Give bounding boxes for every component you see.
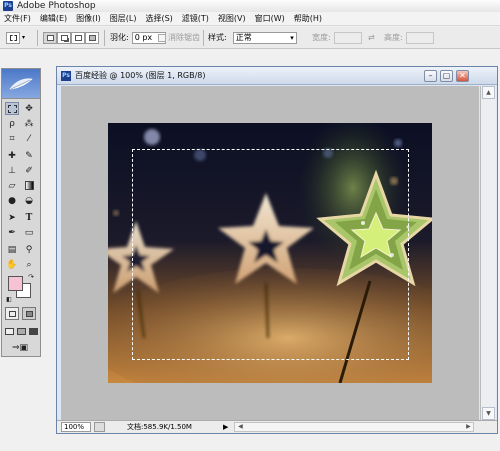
feather-icon xyxy=(9,78,33,89)
height-input[interactable] xyxy=(405,31,434,44)
menu-file[interactable]: 文件(F) xyxy=(4,13,31,24)
eyedropper-tool-icon[interactable]: ⚲ xyxy=(22,243,36,256)
close-button[interactable]: ✕ xyxy=(456,70,469,82)
lasso-tool-icon[interactable]: ρ xyxy=(5,117,19,130)
menu-edit[interactable]: 编辑(E) xyxy=(40,13,67,24)
menu-help[interactable]: 帮助(H) xyxy=(294,13,322,24)
photo-image xyxy=(108,123,432,383)
antialias-label: 消除锯齿 xyxy=(168,33,200,42)
marquee-tool-icon[interactable] xyxy=(5,102,19,115)
status-bar: 100% 文档:585.9K/1.50M ▶ ◀ ▶ xyxy=(57,420,497,433)
feather-label: 羽化: xyxy=(110,33,129,42)
slice-tool-icon[interactable]: ⁄ xyxy=(22,132,36,145)
type-tool-icon[interactable]: T xyxy=(22,211,36,224)
menu-image[interactable]: 图像(I) xyxy=(76,13,101,24)
subtract-selection-icon[interactable] xyxy=(71,31,85,44)
path-selection-tool-icon[interactable]: ➤ xyxy=(5,211,19,224)
chevron-down-icon: ▾ xyxy=(290,33,294,42)
swap-icon[interactable]: ⇄ xyxy=(368,33,375,42)
width-input[interactable] xyxy=(333,31,362,44)
blur-tool-icon[interactable]: ● xyxy=(5,194,19,207)
status-preview-icon[interactable] xyxy=(94,422,105,432)
foreground-color-swatch[interactable] xyxy=(8,276,23,291)
horizontal-scrollbar[interactable]: ◀ ▶ xyxy=(234,422,475,432)
screen-mode-full-icon[interactable] xyxy=(28,325,39,338)
menu-bar: 文件(F) 编辑(E) 图像(I) 图层(L) 选择(S) 滤镜(T) 视图(V… xyxy=(0,12,500,26)
style-select[interactable]: 正常 ▾ xyxy=(232,31,297,44)
history-brush-tool-icon[interactable]: ✐ xyxy=(22,164,36,177)
height-label: 高度: xyxy=(384,33,403,42)
document-window: Ps 百度经验 @ 100% (图层 1, RGB/8) – ▢ ✕ ▲ ▼ 1… xyxy=(56,66,498,434)
crop-tool-icon[interactable]: ⌗ xyxy=(5,132,19,145)
healing-brush-tool-icon[interactable]: ✚ xyxy=(5,149,19,162)
quick-mask-mode-icon[interactable] xyxy=(22,307,36,320)
width-label: 宽度: xyxy=(312,33,331,42)
zoom-level-field[interactable]: 100% xyxy=(61,422,91,432)
gradient-tool-icon[interactable] xyxy=(22,179,36,192)
canvas-area[interactable] xyxy=(61,86,479,420)
pen-tool-icon[interactable]: ✒ xyxy=(5,226,19,239)
zoom-tool-icon[interactable]: ⌕ xyxy=(22,258,36,271)
notes-tool-icon[interactable]: ▤ xyxy=(5,243,19,256)
options-bar: ▾ 羽化: 0 px 消除锯齿 样式: 正常 ▾ 宽度: ⇄ 高度: xyxy=(0,27,500,49)
move-tool-icon[interactable]: ✥ xyxy=(22,102,36,115)
screen-mode-standard-icon[interactable] xyxy=(4,325,15,338)
status-menu-arrow-icon[interactable]: ▶ xyxy=(223,423,228,431)
divider xyxy=(104,30,105,46)
toolbox-panel: ✥ ρ ⁂ ⌗ ⁄ ✚ ✎ ⊥ ✐ ▱ ● ◒ ➤ T ✒ ▭ ▤ ⚲ ✋ ⌕ … xyxy=(1,68,41,357)
selection-mode-group xyxy=(43,31,99,44)
restore-button[interactable]: ▢ xyxy=(440,70,453,82)
marquee-preset-icon xyxy=(6,31,20,44)
brush-tool-icon[interactable]: ✎ xyxy=(22,149,36,162)
tool-preset-picker[interactable]: ▾ xyxy=(6,31,25,44)
star-lights-photo[interactable] xyxy=(108,123,432,383)
style-select-value: 正常 xyxy=(235,32,252,42)
menu-view[interactable]: 视图(V) xyxy=(218,13,246,24)
magic-wand-tool-icon[interactable]: ⁂ xyxy=(22,117,36,130)
scroll-down-icon[interactable]: ▼ xyxy=(482,407,495,420)
eraser-tool-icon[interactable]: ▱ xyxy=(5,179,19,192)
document-size-info: 文档:585.9K/1.50M xyxy=(127,423,192,431)
toolbox-header[interactable] xyxy=(2,69,40,99)
swap-colors-icon[interactable]: ↷ xyxy=(26,272,36,282)
menu-layer[interactable]: 图层(L) xyxy=(110,13,137,24)
add-selection-icon[interactable] xyxy=(57,31,71,44)
intersect-selection-icon[interactable] xyxy=(85,31,99,44)
default-colors-icon[interactable]: ◧ xyxy=(5,295,13,303)
antialias-checkbox[interactable] xyxy=(158,33,166,42)
vertical-scrollbar[interactable]: ▲ ▼ xyxy=(480,86,496,420)
scroll-right-icon[interactable]: ▶ xyxy=(463,423,473,431)
photoshop-document-icon: Ps xyxy=(61,70,71,81)
photoshop-logo-icon: Ps xyxy=(3,1,13,11)
divider xyxy=(203,30,204,46)
scroll-left-icon[interactable]: ◀ xyxy=(235,423,245,431)
menu-filter[interactable]: 滤镜(T) xyxy=(182,13,209,24)
screen-mode-full-menu-icon[interactable] xyxy=(16,325,27,338)
document-title: 百度经验 @ 100% (图层 1, RGB/8) xyxy=(75,71,206,80)
standard-mode-icon[interactable] xyxy=(5,307,19,320)
divider xyxy=(37,30,38,46)
dodge-tool-icon[interactable]: ◒ xyxy=(22,194,36,207)
style-label: 样式: xyxy=(208,33,227,42)
document-title-bar[interactable]: Ps 百度经验 @ 100% (图层 1, RGB/8) – ▢ ✕ xyxy=(57,67,497,85)
hand-tool-icon[interactable]: ✋ xyxy=(5,258,19,271)
app-title-bar: Ps Adobe Photoshop xyxy=(0,0,500,12)
scroll-up-icon[interactable]: ▲ xyxy=(482,86,495,99)
new-selection-icon[interactable] xyxy=(43,31,57,44)
clone-stamp-tool-icon[interactable]: ⊥ xyxy=(5,164,19,177)
minimize-button[interactable]: – xyxy=(424,70,437,82)
menu-select[interactable]: 选择(S) xyxy=(145,13,172,24)
app-title: Adobe Photoshop xyxy=(17,1,96,11)
menu-window[interactable]: 窗口(W) xyxy=(255,13,285,24)
chevron-down-icon: ▾ xyxy=(22,34,26,41)
shape-tool-icon[interactable]: ▭ xyxy=(22,226,36,239)
jump-to-imageready-icon[interactable]: ⇒▣ xyxy=(5,341,35,354)
